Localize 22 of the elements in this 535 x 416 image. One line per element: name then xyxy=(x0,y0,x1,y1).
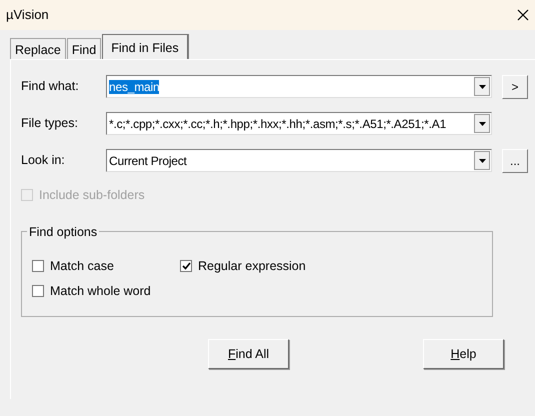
combo-box[interactable]: nes_main xyxy=(106,75,492,98)
field-label: File types: xyxy=(21,115,79,132)
checkbox-label: Include sub-folders xyxy=(39,186,145,204)
checkbox[interactable] xyxy=(32,260,44,272)
find-all-button[interactable]: Find All xyxy=(208,339,289,369)
combo-box[interactable]: *.c;*.cpp;*.cxx;*.cc;*.h;*.hpp;*.hxx;*.hh;*.asm;*.s;*.A51;*.A251;*.A1 xyxy=(106,112,492,135)
close-icon[interactable] xyxy=(517,9,529,21)
tab[interactable]: Find xyxy=(66,38,102,59)
side-button[interactable]: > xyxy=(502,74,528,98)
checkbox-label: Match whole word xyxy=(50,282,151,300)
tab[interactable]: Find in Files xyxy=(102,34,188,59)
checkbox[interactable] xyxy=(180,260,192,272)
tab[interactable]: Replace xyxy=(10,38,66,59)
help-button[interactable]: Help xyxy=(423,339,504,369)
side-button[interactable]: ... xyxy=(502,148,528,172)
window-title: µVision xyxy=(6,6,49,24)
field-label: Find what: xyxy=(21,78,80,96)
combo-box[interactable]: Current Project xyxy=(106,149,492,172)
checkbox[interactable] xyxy=(32,285,44,297)
checkbox-label: Regular expression xyxy=(198,258,306,275)
field-label: Look in: xyxy=(21,152,66,170)
checkbox-label: Match case xyxy=(50,258,114,275)
